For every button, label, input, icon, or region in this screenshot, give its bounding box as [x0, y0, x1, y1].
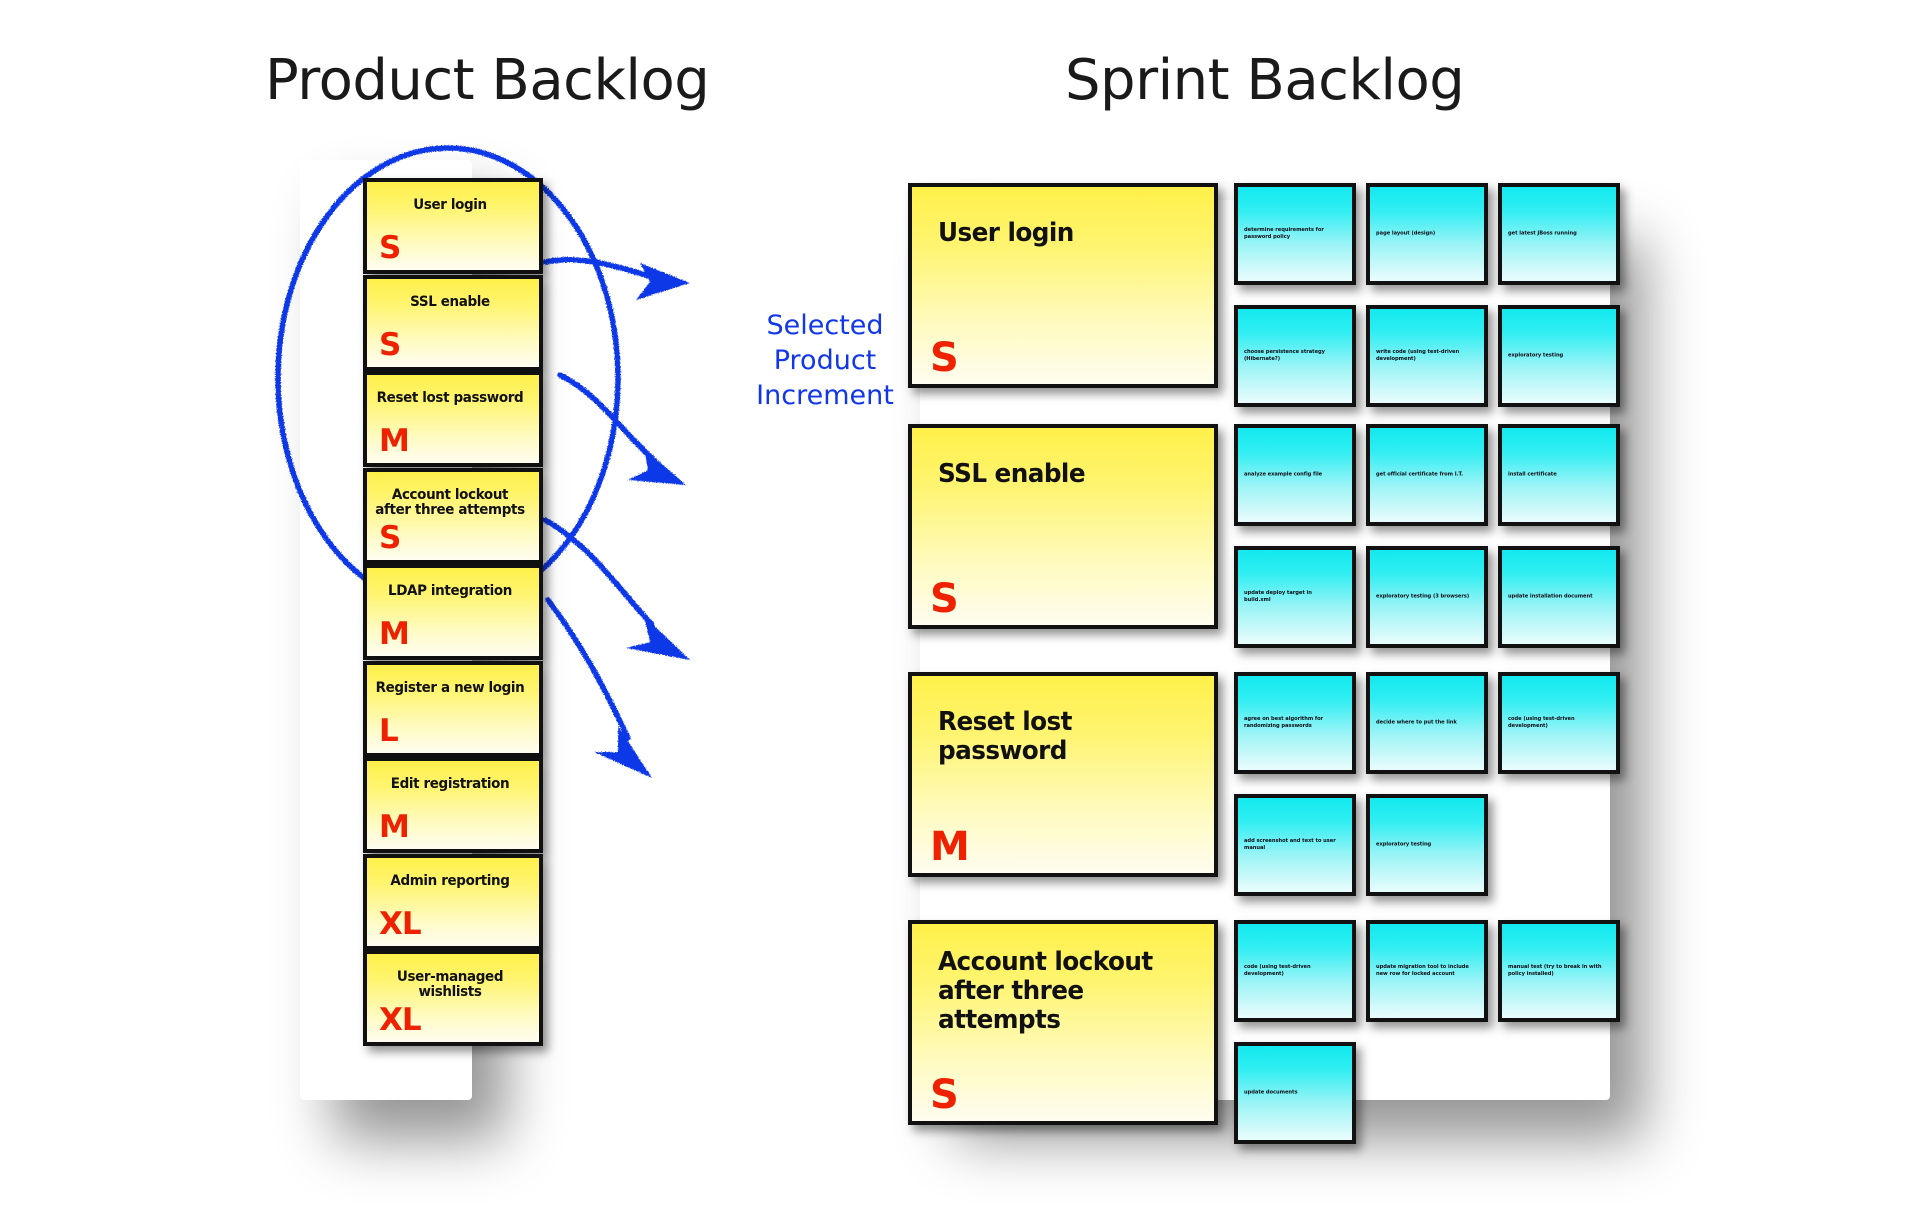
product-backlog-card[interactable]: Admin reporting XL	[363, 853, 543, 950]
sprint-story-size: S	[930, 335, 959, 381]
sprint-story-card[interactable]: Account lockout after three attempts S	[908, 920, 1218, 1125]
product-backlog-card-size: M	[379, 423, 410, 459]
sprint-task-text: code (using test-driven development)	[1244, 964, 1311, 977]
product-backlog-card-title: Account lockout after three attempts	[375, 486, 525, 518]
product-backlog-title: Product Backlog	[265, 48, 710, 113]
increment-arrow-3-icon	[542, 517, 690, 660]
product-backlog-card-size: S	[379, 519, 401, 556]
product-backlog-card-title: LDAP integration	[387, 583, 513, 599]
sprint-task-text: update documents	[1244, 1089, 1298, 1096]
sprint-task-card[interactable]: get latest JBoss running	[1498, 183, 1620, 285]
sprint-task-card[interactable]: update documents	[1234, 1042, 1356, 1144]
product-backlog-card[interactable]: LDAP integration M	[363, 564, 543, 660]
sprint-task-card[interactable]: decide where to put the link	[1366, 672, 1488, 774]
sprint-task-card[interactable]: update installation document	[1498, 546, 1620, 648]
sprint-task-card[interactable]: get official certificate from I.T.	[1366, 424, 1488, 526]
sprint-backlog-title: Sprint Backlog	[1065, 48, 1465, 113]
sprint-task-card[interactable]: write code (using test-driven developmen…	[1366, 305, 1488, 407]
product-backlog-card-size: M	[379, 616, 410, 652]
sprint-task-text: agree on best algorithm for randomizing …	[1244, 716, 1324, 729]
sprint-task-text: decide where to put the link	[1376, 719, 1457, 726]
product-backlog-card-title: SSL enable	[410, 293, 490, 310]
product-backlog-card[interactable]: Register a new login L	[363, 660, 543, 757]
sprint-story-card[interactable]: Reset lost password M	[908, 672, 1218, 877]
sprint-task-text: manual test (try to break in with policy…	[1508, 964, 1602, 977]
sprint-task-card[interactable]: analyze example config file	[1234, 424, 1356, 526]
sprint-story-card[interactable]: SSL enable S	[908, 424, 1218, 629]
sprint-story-size: S	[930, 576, 959, 622]
product-backlog-card-size: S	[379, 230, 401, 266]
product-backlog-card[interactable]: Reset lost password M	[363, 371, 543, 467]
sprint-task-text: exploratory testing	[1508, 352, 1564, 359]
sprint-task-card[interactable]: install certificate	[1498, 424, 1620, 526]
sprint-task-text: analyze example config file	[1244, 471, 1323, 478]
product-backlog-card-title: User-managed wishlists	[396, 969, 504, 1000]
product-backlog-card-size: L	[379, 712, 399, 749]
product-backlog-card-title: User login	[413, 197, 487, 213]
sprint-task-text: choose persistence strategy (Hibernate?)	[1244, 349, 1325, 362]
sprint-story-title: User login	[938, 218, 1074, 248]
sprint-task-text: update installation document	[1508, 593, 1593, 600]
sprint-task-card[interactable]: manual test (try to break in with policy…	[1498, 920, 1620, 1022]
sprint-task-card[interactable]: exploratory testing	[1366, 794, 1488, 896]
product-backlog-card-title: Admin reporting	[390, 872, 510, 889]
increment-arrow-1-icon	[542, 256, 690, 300]
sprint-task-text: update deploy target in build.xml	[1244, 590, 1312, 603]
sprint-story-card[interactable]: User login S	[908, 183, 1218, 388]
sprint-task-text: determine requirements for password poli…	[1244, 227, 1324, 240]
sprint-task-card[interactable]: code (using test-driven development)	[1498, 672, 1620, 774]
increment-arrow-2-icon	[557, 372, 686, 485]
sprint-story-size: M	[930, 824, 970, 870]
sprint-task-text: page layout (design)	[1376, 230, 1436, 237]
increment-arrow-4-icon	[545, 597, 652, 778]
sprint-task-card[interactable]: update deploy target in build.xml	[1234, 546, 1356, 648]
sprint-task-card[interactable]: page layout (design)	[1366, 183, 1488, 285]
product-backlog-card[interactable]: User login S	[363, 178, 543, 274]
sprint-task-card[interactable]: determine requirements for password poli…	[1234, 183, 1356, 285]
product-backlog-card[interactable]: Edit registration M	[363, 757, 543, 853]
product-backlog-card-title: Edit registration	[390, 776, 510, 792]
product-backlog-card-size: M	[379, 809, 410, 845]
sprint-task-card[interactable]: code (using test-driven development)	[1234, 920, 1356, 1022]
sprint-task-text: get official certificate from I.T.	[1376, 471, 1464, 478]
sprint-story-title: Reset lost password	[938, 707, 1072, 766]
sprint-task-text: exploratory testing	[1376, 841, 1432, 848]
product-backlog-card[interactable]: Account lockout after three attempts S	[363, 467, 543, 564]
sprint-story-size: S	[930, 1072, 959, 1118]
sprint-task-text: get latest JBoss running	[1508, 230, 1577, 237]
product-backlog-card-title: Register a new login	[375, 679, 525, 696]
sprint-task-card[interactable]: exploratory testing	[1498, 305, 1620, 407]
product-backlog-card-title: Reset lost password	[376, 390, 524, 406]
sprint-story-title: SSL enable	[938, 459, 1086, 489]
sprint-task-text: code (using test-driven development)	[1508, 716, 1575, 729]
product-backlog-card-size: XL	[379, 905, 422, 942]
sprint-task-card[interactable]: agree on best algorithm for randomizing …	[1234, 672, 1356, 774]
sprint-task-card[interactable]: add screenshot and text to user manual	[1234, 794, 1356, 896]
product-backlog-card[interactable]: User-managed wishlists XL	[363, 950, 543, 1046]
product-backlog-card-size: XL	[379, 1002, 422, 1038]
sprint-task-text: write code (using test-driven developmen…	[1376, 349, 1460, 362]
product-backlog-card[interactable]: SSL enable S	[363, 274, 543, 371]
sprint-task-card[interactable]: exploratory testing (3 browsers)	[1366, 546, 1488, 648]
sprint-task-text: add screenshot and text to user manual	[1244, 838, 1336, 851]
sprint-task-card[interactable]: update migration tool to include new row…	[1366, 920, 1488, 1022]
diagram-canvas: Product Backlog Sprint Backlog User logi…	[0, 0, 1920, 1222]
sprint-task-text: update migration tool to include new row…	[1376, 964, 1469, 977]
sprint-task-text: exploratory testing (3 browsers)	[1376, 593, 1470, 600]
sprint-story-title: Account lockout after three attempts	[938, 947, 1153, 1035]
product-backlog-card-size: S	[379, 326, 401, 363]
sprint-task-text: install certificate	[1508, 471, 1557, 478]
sprint-task-card[interactable]: choose persistence strategy (Hibernate?)	[1234, 305, 1356, 407]
